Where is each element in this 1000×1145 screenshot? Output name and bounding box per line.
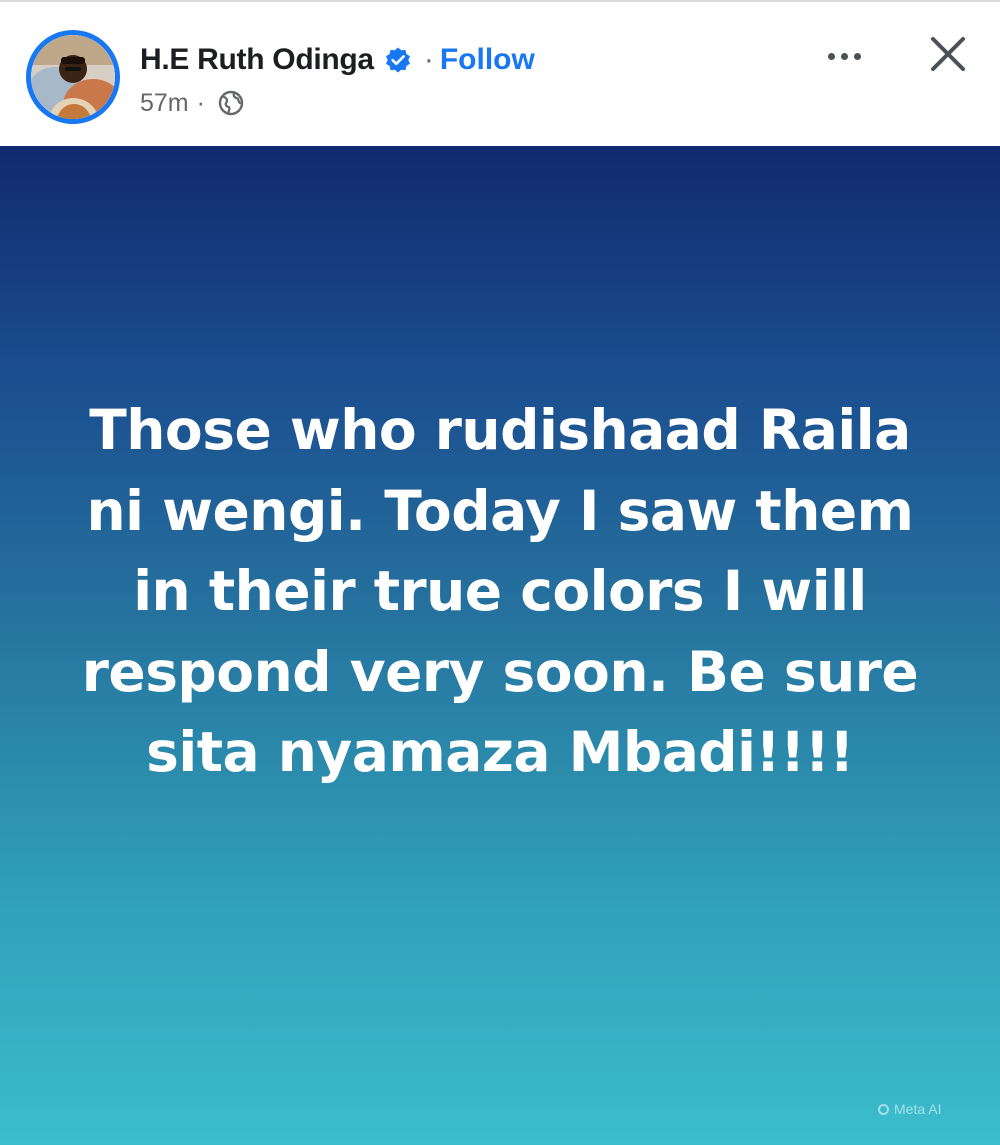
more-dot	[853, 52, 861, 60]
meta-ai-watermark: Meta AI	[878, 1101, 941, 1117]
more-dot	[827, 52, 835, 60]
globe-icon	[218, 90, 244, 116]
post-header: H.E Ruth Odinga · Follow 57m ·	[0, 0, 1000, 146]
separator-dot: ·	[423, 43, 434, 76]
avatar[interactable]	[26, 30, 120, 124]
post-timestamp[interactable]: 57m	[140, 89, 189, 118]
verified-badge-icon	[385, 47, 410, 73]
close-icon[interactable]	[922, 28, 974, 80]
follow-button[interactable]: Follow	[440, 43, 535, 77]
avatar-photo	[31, 35, 115, 119]
author-row: H.E Ruth Odinga · Follow	[140, 40, 535, 80]
more-dot	[840, 52, 848, 60]
watermark-label: Meta AI	[894, 1101, 942, 1117]
author-name[interactable]: H.E Ruth Odinga	[140, 43, 374, 77]
meta-separator-dot: ·	[196, 88, 205, 117]
post-text: Those who rudishaad Raila ni wengi. Toda…	[81, 398, 919, 784]
post-text-background: Those who rudishaad Raila ni wengi. Toda…	[0, 146, 1000, 1145]
more-options-icon[interactable]	[816, 38, 872, 74]
post-meta: 57m ·	[140, 86, 245, 120]
meta-ai-logo-icon	[878, 1103, 889, 1115]
facebook-post: H.E Ruth Odinga · Follow 57m · Those who…	[0, 0, 1000, 1145]
